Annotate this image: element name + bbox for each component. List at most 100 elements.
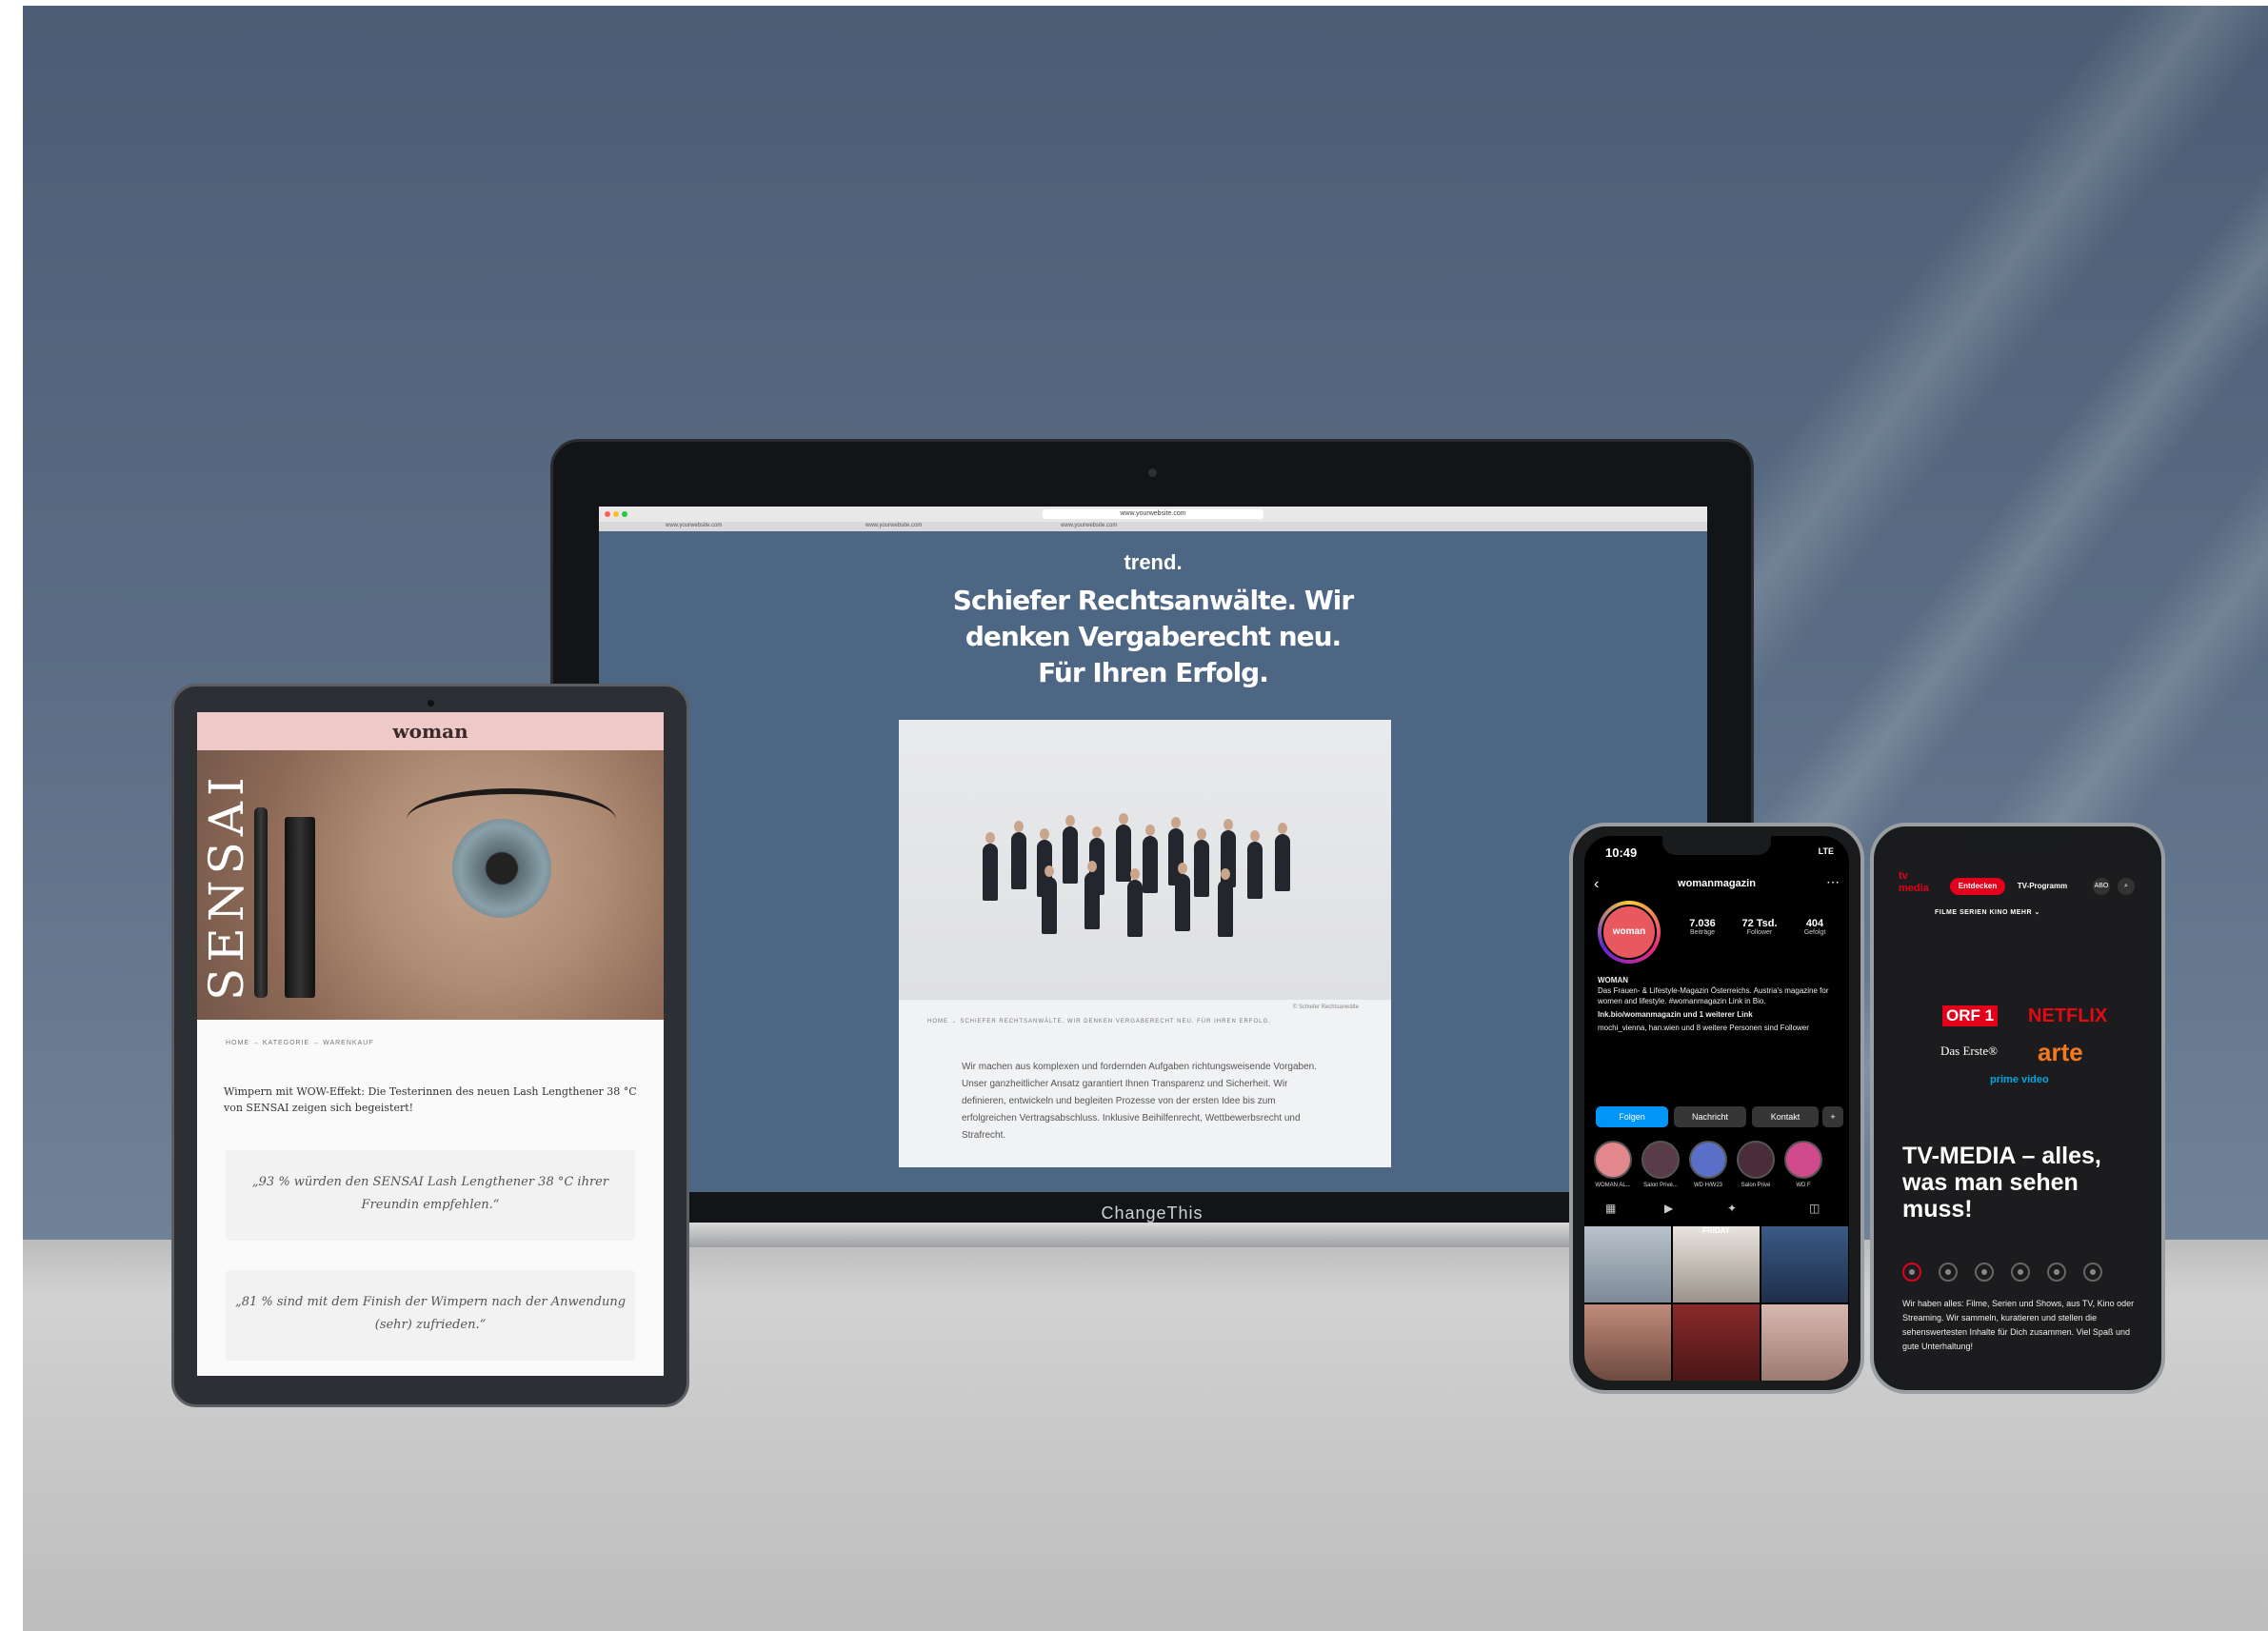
- highlight-cover: [1594, 1141, 1632, 1179]
- stat-followers[interactable]: 72 Tsd. Follower: [1733, 918, 1786, 936]
- person: [1247, 830, 1263, 899]
- contact-button[interactable]: Kontakt: [1752, 1106, 1819, 1127]
- post-thumbnail[interactable]: [1584, 1226, 1671, 1303]
- stat-label: Gefolgt: [1803, 929, 1826, 936]
- followed-by[interactable]: mochi_vienna, han.wien und 8 weitere Per…: [1598, 1023, 1845, 1033]
- avatar-label: woman: [1602, 905, 1657, 960]
- page-title: Schiefer Rechtsanwälte. Wir denken Verga…: [952, 585, 1354, 688]
- post-label: FRIDAY: [1701, 1226, 1731, 1235]
- grid-icon[interactable]: ▦: [1605, 1202, 1616, 1215]
- stat-label: Beiträge: [1689, 929, 1716, 936]
- photo-credit: © Schiefer Rechtsanwälte: [1292, 1004, 1359, 1010]
- slider-dot[interactable]: [2011, 1263, 2030, 1282]
- orf1-logo: ORF 1: [1942, 1005, 1999, 1026]
- stat-following[interactable]: 404 Gefolgt: [1788, 918, 1841, 936]
- address-bar[interactable]: www.yourwebsite.com: [1042, 509, 1264, 519]
- reels-icon[interactable]: ▶: [1664, 1202, 1673, 1215]
- stat-value: 7.036: [1689, 918, 1716, 929]
- stat-posts[interactable]: 7.036 Beiträge: [1676, 918, 1729, 936]
- post-grid: FRIDAY: [1584, 1226, 1849, 1381]
- page-title: TV-MEDIA – alles, was man sehen muss!: [1902, 1143, 2101, 1223]
- primevideo-logo: prime video: [1990, 1074, 2049, 1085]
- add-user-icon[interactable]: +: [1822, 1106, 1843, 1127]
- person: [1042, 865, 1057, 934]
- person: [1127, 868, 1143, 937]
- profile-username: womanmagazin: [1678, 878, 1756, 889]
- highlight-cover: [1784, 1141, 1822, 1179]
- laptop-camera: [1148, 468, 1157, 477]
- minimize-dot-icon[interactable]: [613, 511, 619, 517]
- slider-dot[interactable]: [2083, 1263, 2102, 1282]
- quote-box: „81 % sind mit dem Finish der Wimpern na…: [226, 1270, 635, 1361]
- slider-dot[interactable]: [1902, 1263, 1921, 1282]
- highlight-label: Salon Privé: [1741, 1183, 1771, 1188]
- slider-dot[interactable]: [2047, 1263, 2066, 1282]
- site-logo[interactable]: woman: [197, 712, 664, 750]
- person: [1275, 823, 1290, 891]
- instagram-screen: 10:49 LTE ‹ womanmagazin ⋯ woman 7.036 B…: [1584, 836, 1849, 1381]
- avatar[interactable]: woman: [1598, 901, 1661, 964]
- post-thumbnail[interactable]: [1761, 1304, 1848, 1381]
- post-thumbnail[interactable]: [1584, 1304, 1671, 1381]
- site-logo[interactable]: trend.: [599, 550, 1707, 575]
- category-nav[interactable]: FILME SERIEN KINO MEHR ⌄: [1935, 908, 2040, 916]
- eye-iris: [452, 819, 551, 918]
- tablet: woman SENSAI HOME → KATEGORIE → WARENKAU…: [171, 684, 689, 1407]
- netflix-logo: NETFLIX: [2028, 1005, 2108, 1026]
- status-time: 10:49: [1605, 845, 1638, 860]
- message-button[interactable]: Nachricht: [1674, 1106, 1746, 1127]
- highlight[interactable]: Salon Privé...: [1640, 1141, 1681, 1188]
- team-photo: [899, 720, 1391, 1000]
- tvmedia-logo[interactable]: tv media: [1899, 870, 1929, 899]
- abo-button[interactable]: ABO: [2093, 878, 2110, 895]
- person: [1175, 863, 1190, 931]
- tablet-screen: woman SENSAI HOME → KATEGORIE → WARENKAU…: [197, 712, 664, 1376]
- tvmedia-screen: tv media Entdecken TV-Programm ABO ⌕ FIL…: [1885, 836, 2150, 1381]
- post-thumbnail[interactable]: FRIDAY: [1673, 1226, 1760, 1303]
- status-network: LTE: [1818, 846, 1834, 856]
- stat-label: Follower: [1746, 929, 1773, 936]
- hero-image: SENSAI: [197, 750, 664, 1020]
- tab-2[interactable]: www.yourwebsite.com: [865, 523, 922, 528]
- article-card: © Schiefer Rechtsanwälte HOME → SCHIEFER…: [899, 720, 1391, 1167]
- post-thumbnail[interactable]: [1761, 1226, 1848, 1303]
- follow-button[interactable]: Folgen: [1596, 1106, 1668, 1127]
- article-intro: Wimpern mit WOW-Effekt: Die Testerinnen …: [224, 1085, 637, 1114]
- highlight[interactable]: Salon Privé: [1735, 1141, 1777, 1188]
- tablet-camera: [428, 700, 434, 706]
- breadcrumb[interactable]: HOME → KATEGORIE → WARENKAUF: [226, 1040, 374, 1046]
- close-dot-icon[interactable]: [605, 511, 610, 517]
- highlight[interactable]: WOMAN AL...: [1592, 1141, 1634, 1188]
- sparkle-icon[interactable]: ✦: [1727, 1202, 1737, 1215]
- mockup-scene: www.yourwebsite.com www.yourwebsite.com …: [23, 6, 2268, 1631]
- phone-notch: [1662, 836, 1771, 855]
- person: [1011, 821, 1026, 889]
- more-options-icon[interactable]: ⋯: [1826, 874, 1840, 890]
- slider-dot[interactable]: [1975, 1263, 1994, 1282]
- search-icon[interactable]: ⌕: [2118, 878, 2135, 895]
- bio-link[interactable]: lnk.bio/womanmagazin und 1 weiterer Link: [1598, 1009, 1845, 1020]
- hero-brand-text: SENSAI: [199, 771, 254, 1002]
- highlight-cover: [1689, 1141, 1727, 1179]
- tagged-icon[interactable]: ◫: [1809, 1202, 1820, 1215]
- person: [1063, 815, 1078, 884]
- phone-instagram: 10:49 LTE ‹ womanmagazin ⋯ woman 7.036 B…: [1569, 823, 1864, 1394]
- maximize-dot-icon[interactable]: [622, 511, 627, 517]
- article-body: Wir machen aus komplexen und fordernden …: [962, 1062, 1318, 1141]
- slider-dot[interactable]: [1939, 1263, 1958, 1282]
- tab-1[interactable]: www.yourwebsite.com: [666, 523, 722, 528]
- stat-value: 72 Tsd.: [1741, 918, 1778, 929]
- person: [1194, 828, 1209, 897]
- breadcrumb[interactable]: HOME → SCHIEFER RECHTSANWÄLTE. WIR DENKE…: [927, 1019, 1271, 1024]
- tab-3[interactable]: www.yourwebsite.com: [1061, 523, 1117, 528]
- highlight[interactable]: WD H/W23: [1687, 1141, 1729, 1188]
- profile-tabs: ▦ ▶ ✦ ◫: [1584, 1202, 1849, 1224]
- highlight-label: WD H/W23: [1694, 1183, 1722, 1188]
- tv-program-tab[interactable]: TV-Programm: [2009, 878, 2076, 895]
- highlight[interactable]: WD F: [1782, 1141, 1824, 1188]
- highlight-cover: [1737, 1141, 1775, 1179]
- person: [1084, 861, 1100, 929]
- discover-tab[interactable]: Entdecken: [1950, 878, 2005, 895]
- post-thumbnail[interactable]: [1673, 1304, 1760, 1381]
- laptop-screen: www.yourwebsite.com www.yourwebsite.com …: [599, 507, 1707, 1192]
